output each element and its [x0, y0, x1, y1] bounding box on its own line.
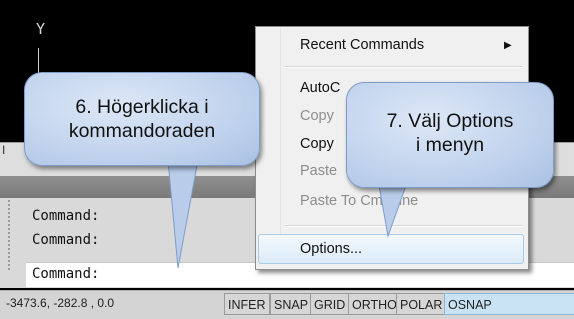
menu-separator: [284, 225, 522, 227]
osnap-toggle-button[interactable]: OSNAP: [444, 293, 574, 315]
polar-toggle-button[interactable]: POLAR: [396, 293, 447, 315]
command-prompt: Command:: [32, 266, 100, 282]
menu-item-paste: Paste: [300, 163, 338, 179]
menu-item-recent-commands[interactable]: Recent Commands: [300, 37, 424, 53]
menu-item-autocomplete[interactable]: AutoC: [300, 80, 340, 96]
submenu-arrow-icon: ▶: [504, 40, 512, 51]
context-menu-gutter: [280, 28, 281, 264]
callout-6-line2: kommandoraden: [68, 120, 216, 142]
menu-item-copy[interactable]: Copy: [300, 136, 334, 152]
callout-step-7: 7. Välj Options i menyn: [346, 82, 554, 188]
menu-item-options[interactable]: Options...: [300, 241, 362, 257]
menu-item-paste-to-cmdline: Paste To CmdLine: [300, 193, 419, 209]
menu-separator: [284, 66, 522, 68]
menu-item-copy-disabled: Copy: [300, 108, 334, 124]
callout-7-line2: i menyn: [415, 134, 485, 156]
coordinate-readout[interactable]: -3473.6, -282.8 , 0.0: [6, 296, 114, 310]
grid-toggle-button[interactable]: GRID: [310, 293, 350, 315]
command-window-grip[interactable]: [8, 200, 22, 270]
callout-6-line1: 6. Högerklicka i: [75, 96, 209, 118]
ortho-toggle-button[interactable]: ORTHO: [348, 293, 401, 315]
infer-toggle-button[interactable]: INFER: [224, 293, 270, 315]
callout-7-line1: 7. Välj Options: [386, 110, 514, 132]
menu-item-highlight: [258, 234, 524, 264]
snap-toggle-button[interactable]: SNAP: [270, 293, 313, 315]
layout-tab-fragment[interactable]: I: [2, 143, 5, 157]
callout-step-6: 6. Högerklicka i kommandoraden: [24, 72, 260, 166]
command-history-line: Command:: [32, 208, 100, 224]
command-history-line: Command:: [32, 232, 100, 248]
ucs-y-label: Y: [36, 20, 46, 38]
